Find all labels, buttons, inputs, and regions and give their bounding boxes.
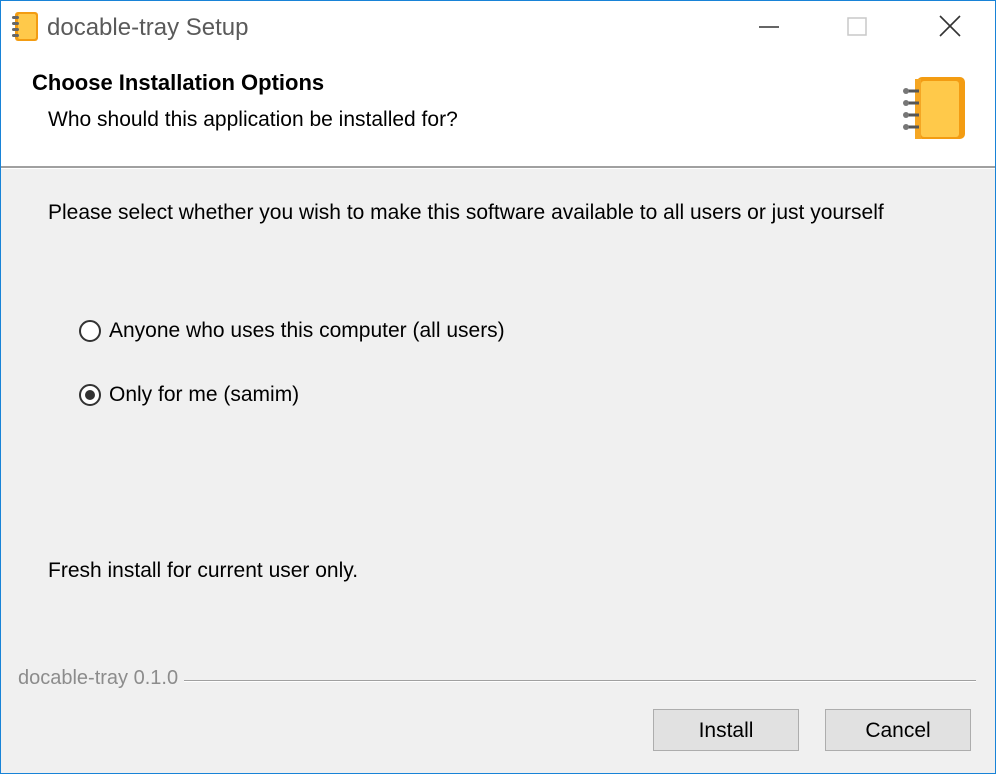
- notebook-icon: [901, 75, 967, 145]
- maximize-icon: [847, 17, 867, 36]
- maximize-button[interactable]: [810, 1, 902, 55]
- option-all-users[interactable]: Anyone who uses this computer (all users…: [79, 316, 505, 346]
- radio-all-users[interactable]: [79, 320, 101, 342]
- radio-only-me[interactable]: [79, 384, 101, 406]
- branding-row: docable-tray 0.1.0: [18, 667, 976, 693]
- page-title: Choose Installation Options: [32, 70, 325, 95]
- setup-window: docable-tray Setup Choose Installation O…: [0, 0, 996, 774]
- close-icon: [939, 15, 961, 37]
- window-title: docable-tray Setup: [47, 14, 249, 41]
- header-panel: Choose Installation Options Who should t…: [1, 55, 995, 167]
- instruction-text: Please select whether you wish to make t…: [48, 201, 884, 224]
- cancel-button[interactable]: Cancel: [825, 709, 971, 751]
- title-bar[interactable]: docable-tray Setup: [1, 1, 995, 55]
- minimize-icon: [759, 26, 779, 28]
- minimize-button[interactable]: [723, 1, 815, 55]
- page-subtitle: Who should this application be installed…: [48, 108, 458, 131]
- close-button[interactable]: [903, 1, 995, 55]
- option-label-only-me[interactable]: Only for me (samim): [109, 383, 299, 407]
- install-button[interactable]: Install: [653, 709, 799, 751]
- header-divider: [1, 166, 995, 169]
- branding-text: docable-tray 0.1.0: [18, 667, 185, 690]
- option-only-me[interactable]: Only for me (samim): [79, 380, 299, 410]
- install-status-text: Fresh install for current user only.: [48, 559, 359, 582]
- notebook-icon: [10, 11, 40, 43]
- option-label-all-users[interactable]: Anyone who uses this computer (all users…: [109, 319, 505, 343]
